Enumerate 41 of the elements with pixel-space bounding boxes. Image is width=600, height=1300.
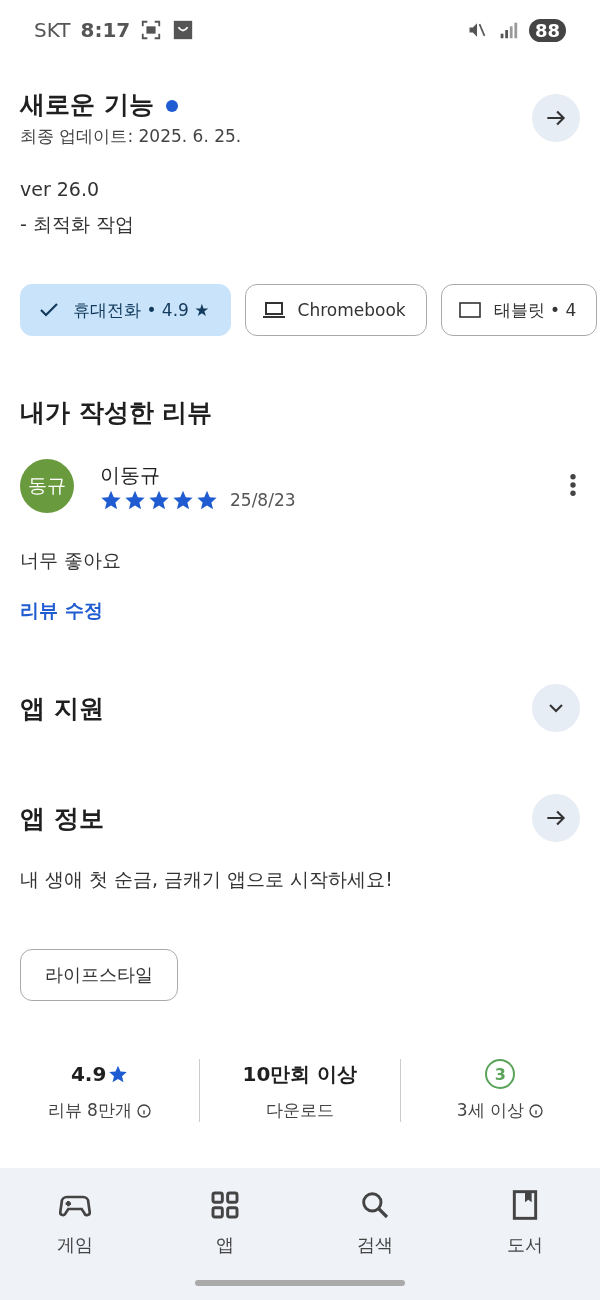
screenshot-icon	[140, 19, 163, 41]
stat-label: 3세 이상	[456, 1099, 524, 1122]
nav-item[interactable]: 검색	[300, 1188, 450, 1258]
more-icon	[570, 473, 576, 496]
carrier-name: SKT	[34, 18, 71, 42]
device-chip[interactable]: 태블릿 • 4	[440, 284, 598, 336]
section-title: 내가 작성한 리뷰	[20, 397, 214, 429]
edit-review-link[interactable]: 리뷰 수정	[20, 599, 103, 621]
device-chip[interactable]: 휴대전화 • 4.9 ★	[20, 284, 231, 336]
nav-item[interactable]: 도서	[450, 1188, 600, 1258]
stat-value: 10만회 이상	[242, 1060, 358, 1088]
battery-level: 88	[528, 18, 566, 42]
stat-label: 다운로드	[266, 1099, 334, 1122]
nav-item[interactable]: 게임	[0, 1188, 150, 1258]
new-dot	[165, 100, 178, 112]
arrow-button[interactable]	[532, 94, 580, 142]
clock-time: 8:17	[80, 18, 131, 42]
avatar: 동규	[20, 459, 74, 513]
shopping-bag-icon	[172, 19, 195, 41]
section-title: 앱 지원	[20, 692, 104, 725]
section-title: 새로운 기능	[20, 90, 154, 119]
stat-label: 리뷰 8만개	[47, 1099, 132, 1122]
device-chip[interactable]: Chromebook	[244, 284, 427, 336]
arrow-button[interactable]	[532, 794, 580, 842]
section-title: 앱 정보	[20, 802, 104, 835]
update-date: 최종 업데이트: 2025. 6. 25.	[20, 125, 242, 148]
info-icon	[527, 1102, 544, 1119]
search-icon	[359, 1189, 391, 1221]
release-note: ver 26.0	[20, 177, 101, 202]
reviewer-name: 이동규	[100, 461, 161, 489]
stat-value: 4.9	[70, 1062, 107, 1086]
review-text: 너무 좋아요	[20, 548, 123, 573]
nav-item[interactable]: 앱	[150, 1188, 300, 1258]
age-rating-badge: 3	[485, 1059, 516, 1089]
star-icon	[108, 1064, 129, 1084]
review-date: 25/8/23	[230, 489, 296, 510]
category-chip[interactable]: 라이프스타일	[20, 949, 178, 1001]
release-note: - 최적화 작업	[20, 212, 135, 237]
info-icon	[135, 1102, 152, 1119]
app-description: 내 생애 첫 순금, 금캐기 앱으로 시작하세요!	[20, 867, 394, 892]
apps-grid-icon	[209, 1189, 241, 1221]
